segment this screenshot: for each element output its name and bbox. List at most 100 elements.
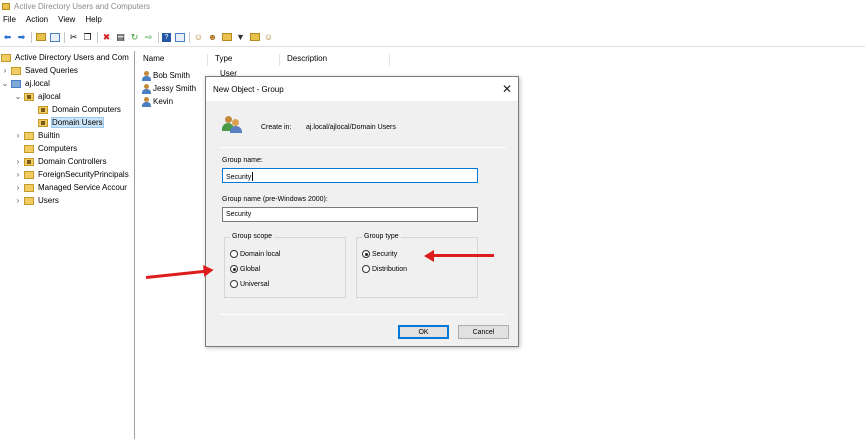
tree-item-label: Domain Computers bbox=[52, 105, 121, 114]
radio-button-selected-icon[interactable] bbox=[230, 265, 238, 273]
group-name-pre2000-input[interactable]: Security bbox=[222, 207, 478, 222]
radio-distribution[interactable]: Distribution bbox=[362, 265, 407, 273]
folder-icon bbox=[24, 183, 34, 192]
tree-item-ajlocal[interactable]: ⌄ ajlocal bbox=[14, 90, 61, 103]
window-title: Active Directory Users and Computers bbox=[14, 1, 151, 11]
folder-icon bbox=[11, 66, 21, 75]
user-icon bbox=[142, 83, 151, 94]
list-item[interactable]: Jessy Smith bbox=[142, 82, 196, 95]
tree-item-aj-local[interactable]: ⌄ aj.local bbox=[1, 77, 50, 90]
radio-label: Security bbox=[372, 250, 398, 258]
close-icon[interactable]: ✕ bbox=[502, 82, 512, 96]
tree-item-users[interactable]: › Users bbox=[14, 194, 59, 207]
tree-root-label: Active Directory Users and Com bbox=[15, 53, 129, 62]
tree-item-label: Managed Service Accour bbox=[38, 183, 127, 192]
cut-icon[interactable]: ✂ bbox=[68, 32, 79, 43]
title-bar: Active Directory Users and Computers bbox=[0, 0, 865, 12]
folder-up-icon[interactable] bbox=[35, 33, 46, 41]
find-icon[interactable] bbox=[249, 33, 260, 41]
chevron-down-icon[interactable]: ⌄ bbox=[1, 79, 9, 88]
menu-file[interactable]: File bbox=[0, 15, 19, 24]
aduc-app-icon bbox=[2, 2, 10, 10]
tree-item-label: aj.local bbox=[25, 79, 50, 88]
group-name-label: Group name: bbox=[222, 157, 263, 164]
chevron-down-icon[interactable]: ⌄ bbox=[14, 92, 22, 101]
radio-button-icon[interactable] bbox=[230, 250, 238, 258]
list-item[interactable]: Bob Smith User bbox=[142, 69, 237, 82]
chevron-right-icon[interactable]: › bbox=[1, 66, 9, 75]
user-icon bbox=[142, 70, 151, 81]
refresh-icon[interactable]: ↻ bbox=[129, 32, 140, 43]
details-view-icon[interactable] bbox=[174, 32, 185, 42]
group-type-legend: Group type bbox=[362, 233, 401, 240]
help-icon[interactable]: ? bbox=[162, 32, 171, 42]
folder-icon bbox=[24, 170, 34, 179]
tree-item-saved-queries[interactable]: › Saved Queries bbox=[1, 64, 78, 77]
radio-security[interactable]: Security bbox=[362, 250, 397, 258]
tree-item-foreign-security-principals[interactable]: › ForeignSecurityPrincipals bbox=[14, 168, 129, 181]
tree-item-domain-users[interactable]: Domain Users bbox=[38, 116, 104, 129]
add-to-group-icon[interactable]: ☺ bbox=[263, 32, 274, 43]
radio-domain-local[interactable]: Domain local bbox=[230, 250, 280, 258]
menu-action[interactable]: Action bbox=[23, 15, 51, 24]
cancel-button[interactable]: Cancel bbox=[458, 325, 509, 339]
create-in-label: Create in: bbox=[261, 124, 292, 131]
export-list-icon[interactable]: ⇨ bbox=[143, 32, 154, 43]
delete-icon[interactable]: ✖ bbox=[101, 32, 112, 43]
tree-item-computers[interactable]: Computers bbox=[24, 142, 77, 155]
show-console-tree-icon[interactable] bbox=[49, 32, 60, 42]
chevron-right-icon[interactable]: › bbox=[14, 170, 22, 179]
new-user-icon[interactable]: ☺ bbox=[193, 32, 204, 43]
group-name-value: Security bbox=[226, 174, 252, 181]
tree-item-managed-service-accounts[interactable]: › Managed Service Accour bbox=[14, 181, 127, 194]
folder-icon bbox=[24, 131, 34, 140]
tree-item-domain-computers[interactable]: Domain Computers bbox=[38, 103, 121, 116]
radio-button-icon[interactable] bbox=[362, 265, 370, 273]
dialog-title-bar: New Object - Group ✕ bbox=[206, 77, 518, 101]
copy-icon[interactable]: ❐ bbox=[82, 32, 93, 43]
radio-global[interactable]: Global bbox=[230, 265, 260, 273]
chevron-right-icon[interactable]: › bbox=[14, 131, 22, 140]
domain-icon bbox=[11, 79, 21, 88]
properties-icon[interactable]: ▤ bbox=[115, 32, 126, 43]
menu-help[interactable]: Help bbox=[82, 15, 104, 24]
folder-icon bbox=[24, 144, 34, 153]
radio-button-selected-icon[interactable] bbox=[362, 250, 370, 258]
console-tree: Active Directory Users and Com › Saved Q… bbox=[0, 51, 135, 439]
console-root-icon bbox=[1, 53, 11, 62]
column-header-type[interactable]: Type bbox=[208, 54, 280, 66]
group-name-input[interactable]: Security bbox=[222, 168, 478, 183]
menu-view[interactable]: View bbox=[55, 15, 78, 24]
ou-folder-icon bbox=[38, 118, 48, 127]
chevron-right-icon[interactable]: › bbox=[14, 157, 22, 166]
tree-item-label: Computers bbox=[38, 144, 78, 153]
group-icon bbox=[222, 116, 242, 133]
radio-universal[interactable]: Universal bbox=[230, 280, 269, 288]
toolbar-separator bbox=[64, 31, 65, 43]
new-ou-icon[interactable] bbox=[221, 33, 232, 41]
tree-item-builtin[interactable]: › Builtin bbox=[14, 129, 60, 142]
column-header-description[interactable]: Description bbox=[280, 54, 390, 66]
chevron-right-icon[interactable]: › bbox=[14, 183, 22, 192]
tree-item-label: Saved Queries bbox=[25, 66, 78, 75]
tree-item-label: Users bbox=[38, 196, 59, 205]
back-arrow-icon[interactable]: ⬅ bbox=[2, 32, 13, 43]
tree-root[interactable]: Active Directory Users and Com bbox=[1, 51, 129, 64]
tree-item-domain-controllers[interactable]: › Domain Controllers bbox=[14, 155, 107, 168]
radio-button-icon[interactable] bbox=[230, 280, 238, 288]
group-name-pre2000-label: Group name (pre-Windows 2000): bbox=[222, 196, 328, 203]
toolbar-divider bbox=[0, 46, 865, 47]
filter-icon[interactable]: ▼ bbox=[235, 32, 246, 43]
new-group-icon[interactable]: ☻ bbox=[207, 32, 218, 43]
app-window: Active Directory Users and Computers Fil… bbox=[0, 0, 865, 439]
radio-label: Global bbox=[240, 265, 261, 273]
ou-folder-icon bbox=[38, 105, 48, 114]
red-annotation-arrow bbox=[432, 254, 494, 257]
chevron-right-icon[interactable]: › bbox=[14, 196, 22, 205]
toolbar: ⬅ ➡ ✂ ❐ ✖ ▤ ↻ ⇨ ? ☺ ☻ ▼ ☺ bbox=[0, 29, 865, 45]
list-item[interactable]: Kevin bbox=[142, 95, 173, 108]
forward-arrow-icon[interactable]: ➡ bbox=[16, 32, 27, 43]
column-header-name[interactable]: Name bbox=[136, 54, 208, 66]
ou-folder-icon bbox=[24, 157, 34, 166]
ok-button[interactable]: OK bbox=[398, 325, 449, 339]
